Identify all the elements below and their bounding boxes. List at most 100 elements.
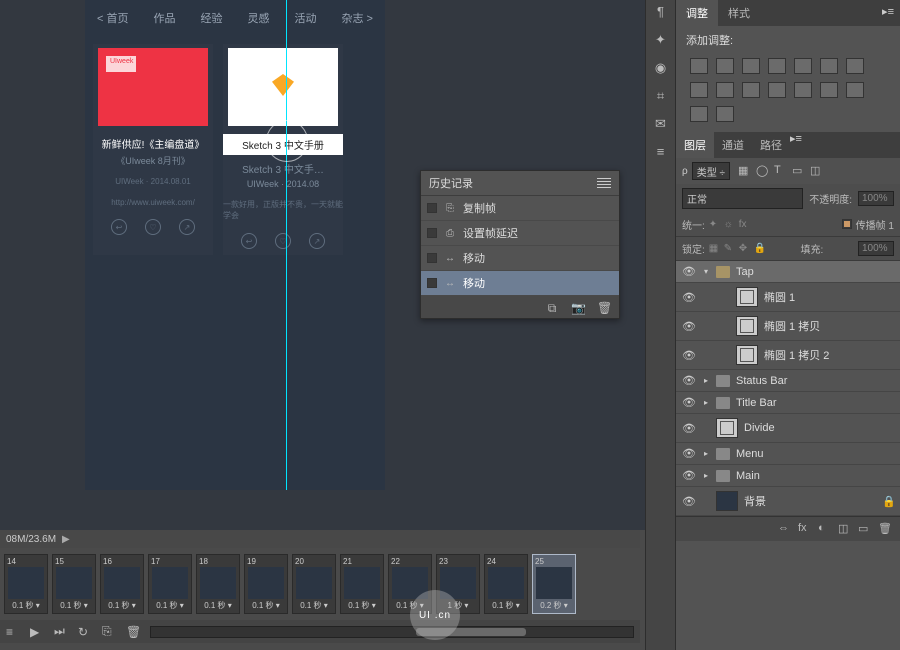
frame-delay[interactable]: 0.1 秒 ▾ — [108, 600, 136, 611]
history-checkbox[interactable] — [427, 228, 437, 238]
layer-row[interactable]: 👁Divide — [676, 414, 900, 443]
panel-menu-icon[interactable]: ▸≡ — [790, 132, 802, 158]
mask-icon[interactable]: ◐ — [818, 522, 832, 536]
visibility-icon[interactable]: 👁 — [682, 265, 696, 278]
dock-icon[interactable]: ◉ — [652, 60, 670, 78]
layer-row[interactable]: 👁▾Tap — [676, 261, 900, 283]
link-layers-icon[interactable]: ⇔ — [778, 522, 792, 536]
dock-icon[interactable]: ¶ — [652, 4, 670, 22]
tl-menu-icon[interactable]: ≡ — [6, 625, 22, 639]
adjustment-preset-icon[interactable] — [690, 58, 708, 74]
visibility-icon[interactable]: 👁 — [682, 422, 696, 435]
adjustment-preset-icon[interactable] — [742, 58, 760, 74]
history-checkbox[interactable] — [427, 278, 437, 288]
frame-delay[interactable]: 0.1 秒 ▾ — [252, 600, 280, 611]
dock-icon[interactable]: ✦ — [652, 32, 670, 50]
frame-delay[interactable]: 0.1 秒 ▾ — [348, 600, 376, 611]
blend-mode-select[interactable]: 正常 — [682, 188, 803, 209]
timeline-frame[interactable]: 190.1 秒 ▾ — [244, 554, 288, 614]
disclosure-icon[interactable]: ▸ — [702, 398, 710, 407]
frame-delay[interactable]: 0.1 秒 ▾ — [492, 600, 520, 611]
history-step[interactable]: ⎘复制帧 — [421, 196, 619, 221]
adjustment-preset-icon[interactable] — [716, 106, 734, 122]
adjustment-preset-icon[interactable] — [794, 82, 812, 98]
visibility-icon[interactable]: 👁 — [682, 320, 696, 333]
history-checkbox[interactable] — [427, 253, 437, 263]
frame-delay[interactable]: 0.1 秒 ▾ — [60, 600, 88, 611]
tl-dup-icon[interactable]: ⎘ — [102, 624, 118, 639]
timeline-scrollbar[interactable] — [150, 626, 634, 638]
history-step[interactable]: ↔移动 — [421, 271, 619, 296]
trash-icon[interactable]: 🗑 — [878, 522, 892, 536]
filter-text-icon[interactable]: T — [774, 164, 788, 178]
lock-move-icon[interactable]: ✥ — [739, 243, 751, 255]
layer-row[interactable]: 👁▸Title Bar — [676, 392, 900, 414]
filter-adjust-icon[interactable]: ◯ — [756, 164, 770, 178]
tl-trash-icon[interactable]: 🗑 — [126, 625, 142, 639]
disclosure-icon[interactable]: ▸ — [702, 376, 710, 385]
layer-row[interactable]: 👁▸Menu — [676, 443, 900, 465]
dock-icon[interactable]: ✉ — [652, 116, 670, 134]
unify-visibility-icon[interactable]: ☼ — [724, 219, 736, 231]
filter-shape-icon[interactable]: ▭ — [792, 164, 806, 178]
history-snapshot-icon[interactable]: 📷 — [571, 301, 585, 313]
frame-delay[interactable]: 0.1 秒 ▾ — [156, 600, 184, 611]
visibility-icon[interactable]: 👁 — [682, 495, 696, 508]
adjustment-preset-icon[interactable] — [768, 58, 786, 74]
unify-style-icon[interactable]: fx — [739, 219, 751, 231]
history-step[interactable]: ⎙设置帧延迟 — [421, 221, 619, 246]
visibility-icon[interactable]: 👁 — [682, 469, 696, 482]
history-step[interactable]: ↔移动 — [421, 246, 619, 271]
timeline-playhead[interactable] — [286, 0, 287, 490]
tab-paths[interactable]: 路径 — [752, 132, 790, 158]
adjustment-preset-icon[interactable] — [768, 82, 786, 98]
adjustment-preset-icon[interactable] — [716, 58, 734, 74]
visibility-icon[interactable]: 👁 — [682, 349, 696, 362]
history-trash-icon[interactable]: 🗑 — [597, 301, 611, 313]
timeline-frame[interactable]: 240.1 秒 ▾ — [484, 554, 528, 614]
timeline-frame[interactable]: 150.1 秒 ▾ — [52, 554, 96, 614]
timeline-frame[interactable]: 250.2 秒 ▾ — [532, 554, 576, 614]
lock-icon[interactable]: 🔒 — [882, 495, 894, 508]
timeline-frame[interactable]: 170.1 秒 ▾ — [148, 554, 192, 614]
adjustment-preset-icon[interactable] — [690, 82, 708, 98]
tl-next-icon[interactable]: ⏭ — [54, 624, 70, 639]
frame-delay[interactable]: 0.1 秒 ▾ — [12, 600, 40, 611]
opacity-value[interactable]: 100% — [858, 191, 894, 206]
history-tab[interactable]: 历史记录 — [421, 171, 619, 196]
timeline-frame[interactable]: 210.1 秒 ▾ — [340, 554, 384, 614]
tab-adjust[interactable]: 调整 — [676, 0, 718, 26]
filter-kind-select[interactable]: 类型 ÷ — [692, 162, 730, 180]
disclosure-icon[interactable]: ▾ — [702, 267, 710, 276]
adjustment-preset-icon[interactable] — [846, 82, 864, 98]
layer-row[interactable]: 👁背景🔒 — [676, 487, 900, 516]
visibility-icon[interactable]: 👁 — [682, 291, 696, 304]
adjust-layer-icon[interactable]: ◫ — [838, 522, 852, 536]
layer-row[interactable]: 👁▸Status Bar — [676, 370, 900, 392]
tab-channels[interactable]: 通道 — [714, 132, 752, 158]
lock-pixels-icon[interactable]: ▦ — [709, 243, 721, 255]
filter-pixel-icon[interactable]: ▦ — [738, 164, 752, 178]
history-new-icon[interactable]: ⧉ — [545, 301, 559, 313]
status-menu-icon[interactable]: ▶ — [62, 534, 70, 545]
dock-icon[interactable]: ≡ — [652, 144, 670, 162]
frame-delay[interactable]: 0.1 秒 ▾ — [204, 600, 232, 611]
panel-menu-icon[interactable] — [597, 178, 611, 188]
fill-value[interactable]: 100% — [858, 241, 894, 256]
timeline-frame[interactable]: 180.1 秒 ▾ — [196, 554, 240, 614]
disclosure-icon[interactable]: ▸ — [702, 449, 710, 458]
tab-styles[interactable]: 样式 — [718, 0, 760, 26]
fx-icon[interactable]: fx — [798, 522, 812, 536]
panel-menu-icon[interactable]: ▸≡ — [876, 0, 900, 26]
frame-delay[interactable]: 0.1 秒 ▾ — [300, 600, 328, 611]
timeline-frame[interactable]: 200.1 秒 ▾ — [292, 554, 336, 614]
adjustment-preset-icon[interactable] — [820, 82, 838, 98]
adjustment-preset-icon[interactable] — [794, 58, 812, 74]
tab-layers[interactable]: 图层 — [676, 132, 714, 158]
timeline-frame[interactable]: 140.1 秒 ▾ — [4, 554, 48, 614]
adjustment-preset-icon[interactable] — [690, 106, 708, 122]
filter-smart-icon[interactable]: ◫ — [810, 164, 824, 178]
adjustment-preset-icon[interactable] — [716, 82, 734, 98]
disclosure-icon[interactable]: ▸ — [702, 471, 710, 480]
layer-row[interactable]: 👁椭圆 1 拷贝 2 — [676, 341, 900, 370]
